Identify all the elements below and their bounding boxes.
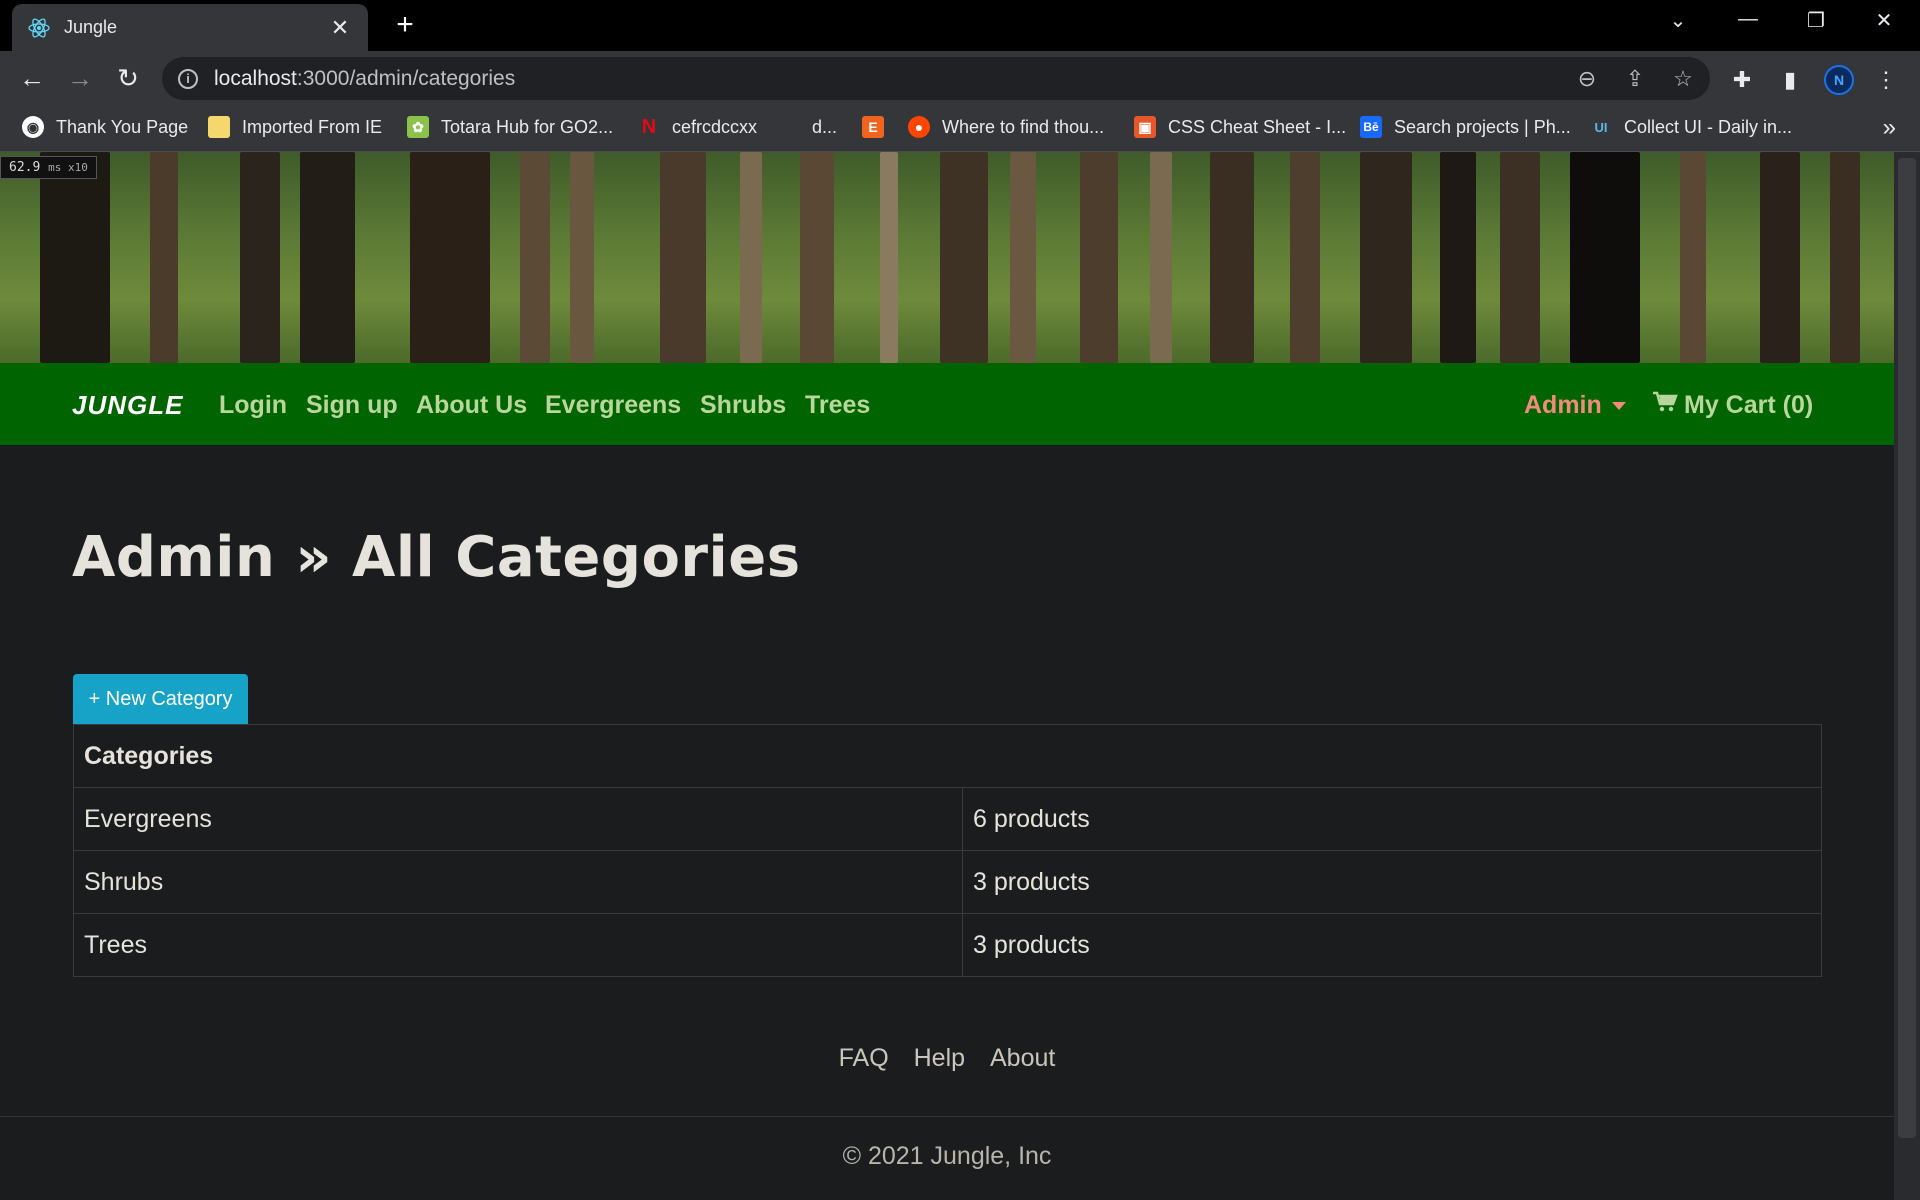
info-icon[interactable]: i	[178, 68, 198, 89]
page-scrollbar[interactable]	[1894, 152, 1920, 1200]
collectui-icon: UI	[1594, 119, 1608, 135]
bookmark-label: Totara Hub for GO2...	[441, 116, 614, 137]
bookmark-item[interactable]: E	[862, 116, 896, 138]
category-name: Evergreens	[73, 787, 963, 851]
bookmark-item[interactable]: N cefrcdccxx	[638, 116, 757, 138]
page-viewport: 62.9 ms x10 JUNGLE Login Sign up About U…	[0, 152, 1920, 1200]
footer-about-link[interactable]: About	[990, 1044, 1055, 1072]
totara-icon: ✿	[407, 116, 429, 138]
bookmark-label: d...	[812, 116, 838, 137]
etsy-icon: E	[862, 116, 884, 138]
extensions-icon[interactable]: ✚	[1728, 66, 1756, 94]
share-icon[interactable]: ⇪	[1622, 66, 1648, 92]
category-name: Shrubs	[73, 850, 963, 914]
tab-search-icon[interactable]: ⌄	[1658, 8, 1698, 33]
new-category-button[interactable]: + New Category	[73, 674, 248, 724]
bookmark-item[interactable]: d...	[790, 116, 837, 138]
side-panel-icon[interactable]: ▮	[1776, 66, 1804, 94]
perf-counter: 62.9 ms x10	[0, 156, 97, 179]
caret-down-icon	[1611, 401, 1626, 410]
bookmark-label: Where to find thou...	[942, 116, 1105, 137]
nav-login[interactable]: Login	[219, 391, 287, 420]
admin-label: Admin	[1524, 391, 1602, 419]
footer-divider	[0, 1116, 1894, 1117]
nav-trees[interactable]: Trees	[805, 391, 870, 420]
zoom-icon[interactable]: ⊖	[1574, 66, 1600, 92]
page-title: Admin » All Categories	[72, 525, 801, 590]
cart-link[interactable]: My Cart (0)	[1652, 391, 1813, 420]
back-button[interactable]: ←	[16, 63, 48, 95]
minimize-button[interactable]: —	[1728, 8, 1768, 31]
category-product-count: 3 products	[962, 850, 1822, 914]
browser-tab-strip: Jungle ✕ + ⌄ — ❐ ✕	[0, 0, 1920, 51]
table-row: Trees 3 products	[73, 913, 1822, 977]
address-bar[interactable]: i localhost:3000/admin/categories ⊖ ⇪ ☆	[162, 57, 1710, 100]
nav-about-us[interactable]: About Us	[416, 391, 527, 420]
menu-icon[interactable]: ⋮	[1872, 66, 1900, 94]
bookmark-label: Search projects | Ph...	[1394, 116, 1571, 137]
bookmark-label: CSS Cheat Sheet - I...	[1168, 116, 1347, 137]
tab-title: Jungle	[64, 17, 118, 37]
close-icon[interactable]: ✕	[328, 15, 352, 41]
bookmark-item[interactable]: ◉ Thank You Page	[22, 116, 188, 138]
copyright: © 2021 Jungle, Inc	[842, 1142, 1052, 1170]
table-header-row: Categories	[73, 724, 1822, 788]
footer-links: FAQ Help About	[0, 1044, 1894, 1073]
star-icon[interactable]: ☆	[1670, 66, 1696, 92]
admin-dropdown[interactable]: Admin	[1524, 391, 1626, 420]
table-row: Shrubs 3 products	[73, 850, 1822, 914]
nav-shrubs[interactable]: Shrubs	[700, 391, 786, 420]
gift-icon: ▣	[1134, 116, 1156, 138]
react-icon	[28, 17, 50, 39]
bookmark-label: Imported From IE	[242, 116, 383, 137]
reload-button[interactable]: ↻	[112, 63, 144, 95]
window-close-button[interactable]: ✕	[1864, 8, 1904, 33]
category-product-count: 3 products	[962, 913, 1822, 977]
nav-signup[interactable]: Sign up	[306, 391, 398, 420]
categories-table: Categories Evergreens 6 products Shrubs …	[73, 724, 1822, 977]
site-navbar: JUNGLE Login Sign up About Us Evergreens…	[0, 363, 1894, 445]
restore-button[interactable]: ❐	[1796, 8, 1836, 33]
netflix-icon: N	[641, 115, 657, 138]
scrollbar-thumb[interactable]	[1898, 158, 1916, 1138]
url-text: localhost:3000/admin/categories	[214, 66, 516, 90]
bookmark-item[interactable]: ✿ Totara Hub for GO2...	[407, 116, 613, 138]
nav-evergreens[interactable]: Evergreens	[545, 391, 681, 420]
brand-logo[interactable]: JUNGLE	[72, 390, 183, 421]
bookmark-item[interactable]: ● Where to find thou...	[908, 116, 1104, 138]
bookmark-label: cefrcdccxx	[672, 116, 758, 137]
table-row: Evergreens 6 products	[73, 787, 1822, 851]
category-product-count: 6 products	[962, 787, 1822, 851]
new-tab-button[interactable]: +	[390, 10, 420, 40]
footer-faq-link[interactable]: FAQ	[839, 1044, 889, 1072]
bookmark-item[interactable]: UI Collect UI - Daily in...	[1590, 116, 1793, 138]
browser-tab[interactable]: Jungle ✕	[12, 4, 368, 51]
bookmark-folder[interactable]: Imported From IE	[208, 116, 382, 138]
category-name: Trees	[73, 913, 963, 977]
bookmark-item[interactable]: ▣ CSS Cheat Sheet - I...	[1134, 116, 1346, 138]
behance-icon: Bē	[1360, 116, 1382, 138]
folder-icon	[208, 116, 230, 138]
cart-icon	[1652, 391, 1678, 420]
cart-label: My Cart (0)	[1684, 391, 1814, 419]
reddit-icon: ●	[908, 116, 930, 138]
avatar[interactable]: N	[1824, 65, 1854, 95]
forward-button[interactable]: →	[64, 63, 96, 95]
footer-help-link[interactable]: Help	[914, 1044, 965, 1072]
bookmarks-overflow-icon[interactable]: »	[1883, 114, 1896, 142]
table-header: Categories	[73, 724, 1822, 788]
bookmark-label: Collect UI - Daily in...	[1624, 116, 1793, 137]
bookmarks-bar: ◉ Thank You Page Imported From IE ✿ Tota…	[0, 106, 1920, 152]
browser-toolbar: ← → ↻ i localhost:3000/admin/categories …	[0, 51, 1920, 106]
hero-forest-banner	[0, 152, 1894, 363]
bookmark-label: Thank You Page	[56, 116, 189, 137]
bookmark-item[interactable]: Bē Search projects | Ph...	[1360, 116, 1571, 138]
globe-icon: ◉	[22, 116, 44, 138]
